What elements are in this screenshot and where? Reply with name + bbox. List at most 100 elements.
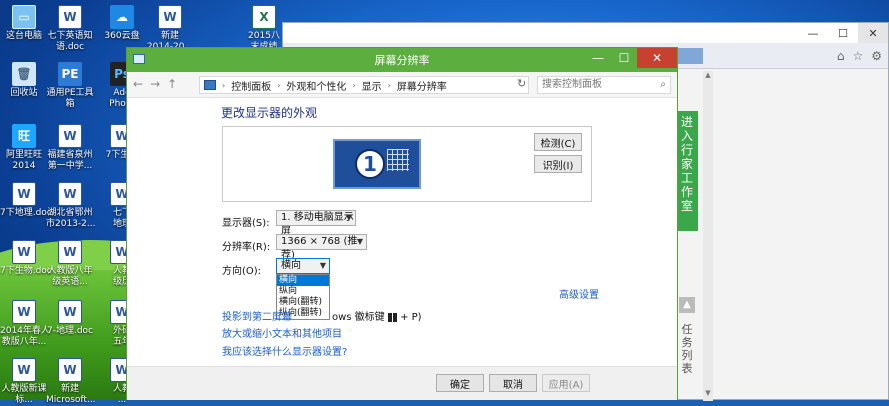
- desktop-icon[interactable]: W新建 2014-20...: [146, 5, 194, 53]
- pe-file-icon: PE: [58, 62, 82, 86]
- resolution-select[interactable]: 1366 × 768 (推荐) ▼: [276, 234, 367, 261]
- scroll-up-icon[interactable]: ▲: [703, 71, 713, 83]
- word-file-icon: W: [58, 240, 82, 264]
- word-file-icon: W: [58, 182, 82, 206]
- excel-file-icon: X: [252, 5, 276, 29]
- settings-gear-icon[interactable]: ⚙: [871, 49, 882, 63]
- browser-scrollbar[interactable]: ▲ ▼: [703, 71, 713, 401]
- search-icon[interactable]: ⌕: [660, 77, 666, 93]
- control-panel-icon: [204, 80, 216, 90]
- display-app-icon: [133, 54, 145, 64]
- orientation-select[interactable]: 横向 ▼: [276, 258, 330, 274]
- back-to-top-icon[interactable]: ▲: [679, 297, 695, 313]
- desktop-icon[interactable]: W 新建 Microsoft...: [46, 358, 96, 406]
- desktop-icon[interactable]: W 7下地理.doc: [0, 182, 52, 219]
- display-preview: 1 检测(C) 识别(I): [222, 126, 592, 202]
- identify-button[interactable]: 识别(I): [534, 155, 582, 173]
- desktop-icon[interactable]: W 人教版八年 级英语...: [46, 240, 94, 288]
- display-select[interactable]: 1. 移动电脑显示屏 ▼: [276, 210, 356, 237]
- side-tasks-label[interactable]: 任 务 列 表: [676, 323, 698, 383]
- address-bar: ← → ↑ › 控制面板 › 外观和个性化 › 显示 › 屏幕分辨率 ↻ 搜索控…: [127, 72, 677, 98]
- desktop-icon[interactable]: 🗑 回收站: [0, 62, 48, 99]
- desktop-icon-label: 7下生物.doc: [0, 266, 52, 276]
- pc-file-icon: ▭: [12, 5, 36, 29]
- word-file-icon: W: [58, 5, 82, 29]
- maximize-button[interactable]: ☐: [611, 48, 637, 68]
- word-file-icon: W: [12, 182, 36, 206]
- desktop-icon[interactable]: W 七下英语知 语.doc: [46, 5, 94, 53]
- breadcrumb-control-panel[interactable]: 控制面板: [231, 78, 271, 93]
- ww-file-icon: 旺: [12, 124, 36, 148]
- desktop-icon[interactable]: ▭ 这台电脑: [0, 5, 48, 42]
- up-arrow-icon[interactable]: ↑: [167, 77, 177, 91]
- windows-logo-icon: [387, 312, 397, 322]
- desktop-icon[interactable]: ☁ 360云盘: [98, 5, 146, 42]
- desktop-icon-label: 人教版八年 级英语...: [47, 266, 93, 287]
- desktop-icon[interactable]: 旺阿里旺旺 2014: [0, 124, 48, 172]
- forward-arrow-icon[interactable]: →: [150, 77, 160, 91]
- minimize-button[interactable]: —: [585, 48, 611, 68]
- browser-titlebar[interactable]: — ☐ ✕: [283, 23, 888, 43]
- desktop-icon[interactable]: W 7-地理.doc: [46, 300, 94, 337]
- scroll-down-icon[interactable]: ▼: [703, 389, 713, 401]
- advanced-settings-link[interactable]: 高级设置: [559, 286, 599, 301]
- back-arrow-icon[interactable]: ←: [133, 77, 143, 91]
- browser-maximize-button[interactable]: ☐: [828, 23, 858, 43]
- desktop-icon[interactable]: W 人教版新课 标...: [0, 358, 48, 406]
- desktop-icon-label: 人教版新课 标...: [1, 384, 47, 405]
- desktop-icon-label: 阿里旺旺 2014: [5, 150, 42, 171]
- word-file-icon: W: [158, 5, 182, 29]
- close-button[interactable]: ✕: [637, 48, 677, 68]
- apply-button[interactable]: 应用(A): [542, 374, 590, 392]
- desktop-icon-label: 这台电脑: [5, 31, 42, 41]
- project-second-screen-link[interactable]: 投影到第二屏幕: [222, 308, 292, 323]
- desktop-icon-label: 7下地理.doc: [0, 208, 52, 218]
- dialog-footer: 确定 取消 应用(A): [127, 366, 677, 400]
- detect-button[interactable]: 检测(C): [534, 133, 582, 151]
- browser-close-button[interactable]: ✕: [858, 23, 888, 43]
- breadcrumb-appearance[interactable]: 外观和个性化: [286, 78, 346, 93]
- chevron-down-icon: ▼: [356, 237, 363, 246]
- desktop-icon[interactable]: W 福建省泉州 第一中学...: [46, 124, 94, 172]
- monitor-1-icon[interactable]: 1: [333, 139, 421, 189]
- option-landscape[interactable]: 横向: [277, 275, 329, 286]
- desktop-icon-label: 七下英语知 语.doc: [47, 31, 93, 52]
- window-titlebar[interactable]: 屏幕分辨率 — ☐ ✕: [127, 48, 677, 72]
- breadcrumb-display[interactable]: 显示: [362, 78, 382, 93]
- desktop-icon[interactable]: PE 通用PE工具 箱: [46, 62, 94, 110]
- word-file-icon: W: [58, 300, 82, 324]
- cancel-button[interactable]: 取消: [489, 374, 537, 392]
- breadcrumb[interactable]: › 控制面板 › 外观和个性化 › 显示 › 屏幕分辨率: [199, 76, 529, 94]
- ok-button[interactable]: 确定: [436, 374, 484, 392]
- home-icon[interactable]: ⌂: [837, 49, 845, 63]
- option-landscape-flipped[interactable]: 横向(翻转): [277, 297, 329, 308]
- refresh-icon[interactable]: ↻: [517, 77, 526, 90]
- desktop-icon[interactable]: W 2014年春人 教版八年...: [0, 300, 50, 348]
- window-title: 屏幕分辨率: [374, 54, 430, 67]
- option-portrait[interactable]: 纵向: [277, 286, 329, 297]
- desktop-icon[interactable]: W 7下生物.doc: [0, 240, 52, 277]
- project-shortcut-hint: ows 徽标键 + P): [332, 312, 422, 323]
- desktop-icon-label: 新建 Microsoft...: [46, 384, 96, 405]
- cloud-file-icon: ☁: [110, 5, 134, 29]
- desktop-icon-label: 通用PE工具 箱: [46, 88, 94, 109]
- text-size-link[interactable]: 放大或缩小文本和其他项目: [222, 325, 342, 340]
- search-input[interactable]: 搜索控制面板 ⌕: [537, 76, 671, 94]
- desktop-icon-label: 福建省泉州 第一中学...: [47, 150, 93, 171]
- desktop-icon[interactable]: W 湖北省鄂州 市2013-2...: [46, 182, 95, 230]
- display-label: 显示器(S):: [222, 218, 270, 229]
- word-file-icon: W: [12, 240, 36, 264]
- desktop-icon-label: 回收站: [10, 88, 38, 98]
- monitor-number: 1: [355, 149, 385, 179]
- trash-file-icon: 🗑: [12, 62, 36, 86]
- favorites-star-icon[interactable]: ☆: [852, 49, 863, 63]
- desktop-icon[interactable]: X2015八 末成绩: [240, 5, 288, 53]
- desktop-icon-label: 360云盘: [104, 31, 140, 41]
- browser-minimize-button[interactable]: —: [798, 23, 828, 43]
- orientation-label: 方向(O):: [222, 266, 262, 277]
- screen-resolution-window: 屏幕分辨率 — ☐ ✕ ← → ↑ › 控制面板 › 外观和个性化 › 显示 ›…: [126, 47, 678, 400]
- which-display-settings-link[interactable]: 我应该选择什么显示器设置?: [222, 343, 347, 358]
- side-banner[interactable]: 进 入 行 家 工 作 室: [676, 111, 698, 231]
- breadcrumb-screen-resolution[interactable]: 屏幕分辨率: [397, 78, 447, 93]
- word-file-icon: W: [12, 300, 36, 324]
